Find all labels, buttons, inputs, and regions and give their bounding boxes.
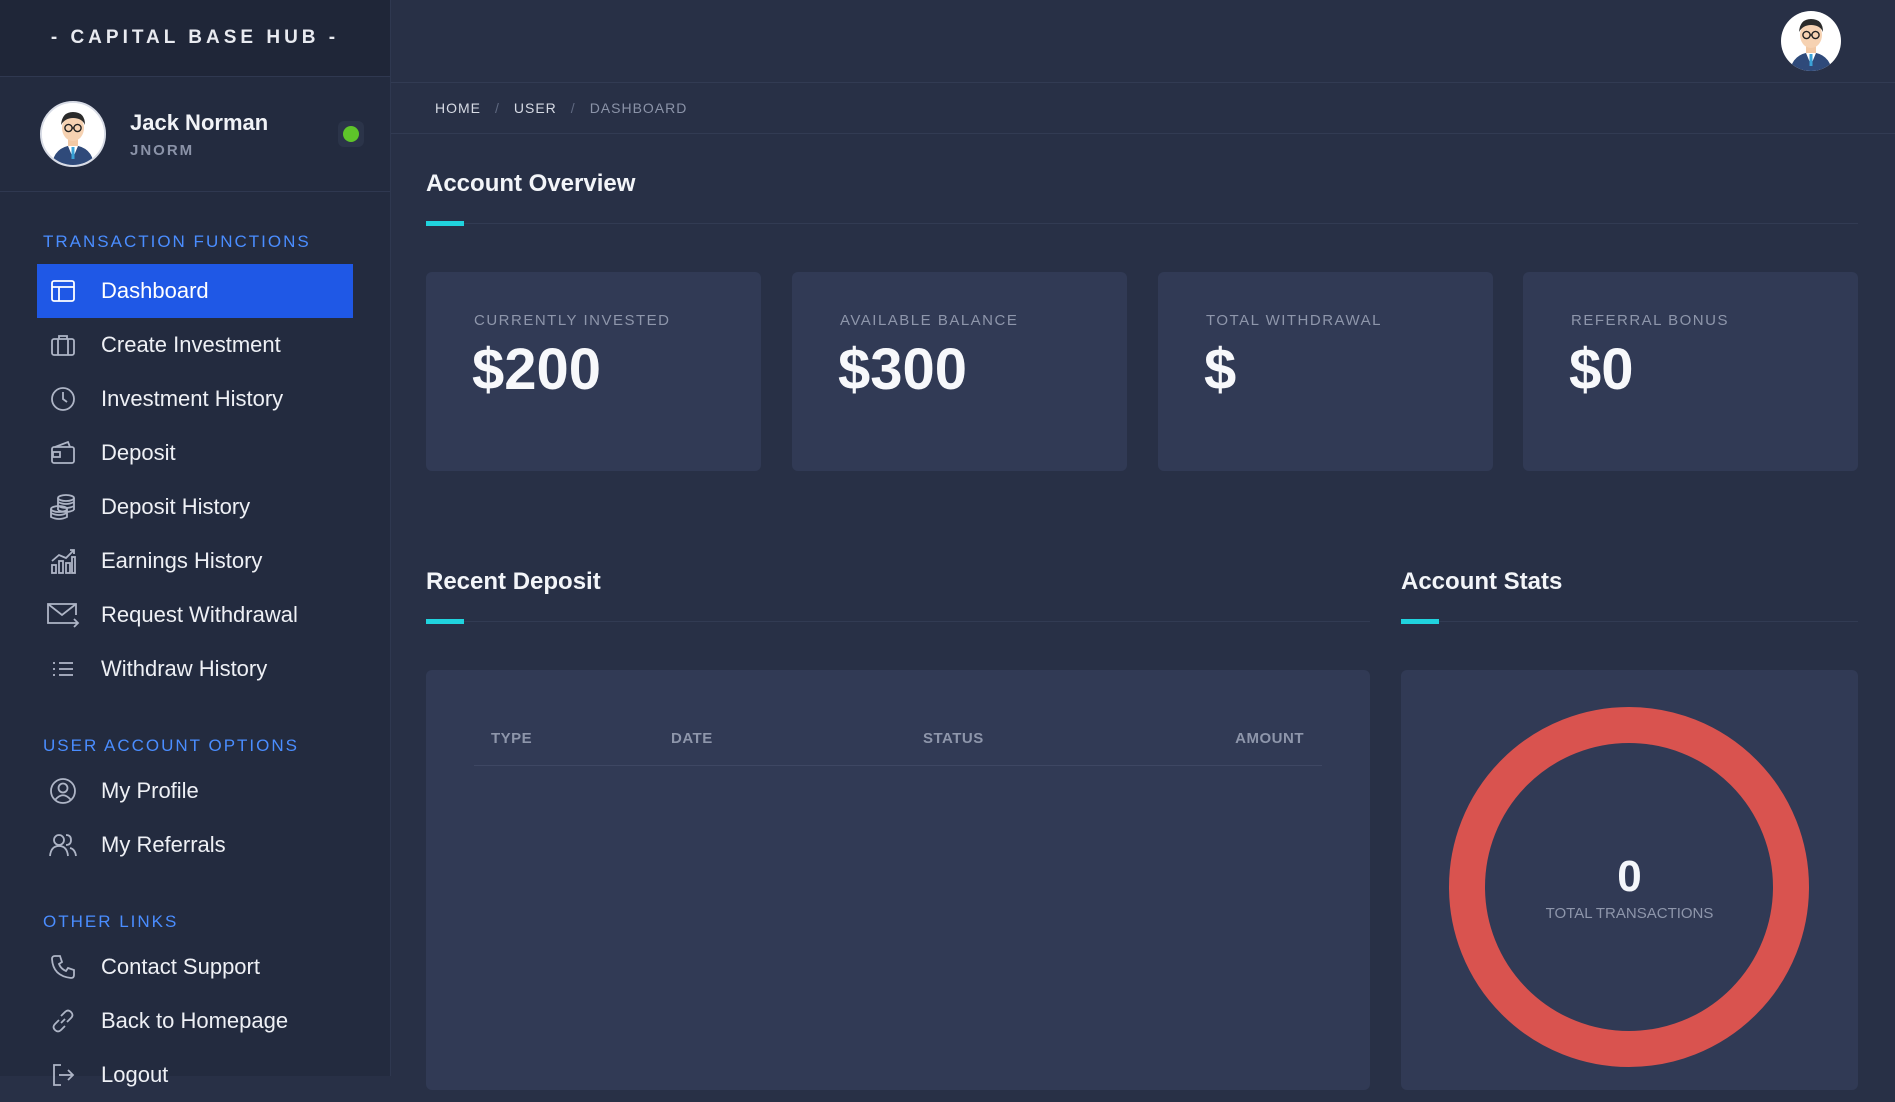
mail-arrow-icon (45, 600, 81, 630)
clock-icon (45, 384, 81, 414)
topbar (391, 0, 1895, 83)
account-stats-title: Account Stats (1401, 568, 1563, 595)
sidebar: - CAPITAL BASE HUB - Jack Norman JNORM T… (0, 0, 391, 1087)
user-name: Jack Norman (130, 109, 269, 135)
section-title-transaction-functions: TRANSACTION FUNCTIONS (43, 232, 311, 251)
users-icon (45, 830, 81, 860)
section-divider (426, 621, 1370, 622)
link-icon (45, 1006, 81, 1036)
breadcrumb-separator: / (570, 100, 576, 116)
card-value: $ (1204, 337, 1237, 402)
logout-icon (45, 1060, 81, 1090)
briefcase-icon (45, 330, 81, 360)
sidebar-item-label: Withdraw History (101, 656, 268, 681)
phone-icon (45, 952, 81, 982)
sidebar-item-label: Request Withdrawal (101, 602, 298, 627)
brand-logo-text[interactable]: - CAPITAL BASE HUB - (0, 0, 390, 77)
sidebar-item-investment-history[interactable]: Investment History (37, 372, 353, 426)
section-title-other-links: OTHER LINKS (43, 912, 179, 931)
section-divider (1401, 621, 1858, 622)
avatar-illustration-icon (1781, 11, 1841, 71)
sidebar-item-label: Investment History (101, 386, 284, 411)
online-status-indicator (338, 121, 364, 147)
account-overview-title: Account Overview (426, 170, 636, 197)
card-value: $0 (1569, 337, 1634, 402)
list-icon (45, 654, 81, 684)
card-value: $300 (838, 337, 968, 402)
sidebar-item-deposit-history[interactable]: Deposit History (37, 480, 353, 534)
total-transactions-value: 0 (1617, 852, 1642, 901)
user-username: JNORM (130, 141, 195, 159)
section-accent-bar (426, 221, 464, 226)
sidebar-item-my-profile[interactable]: My Profile (37, 764, 353, 818)
user-circle-icon (45, 776, 81, 806)
sidebar-item-label: Deposit (101, 440, 176, 465)
breadcrumb-user[interactable]: USER (514, 100, 557, 116)
sidebar-item-create-investment[interactable]: Create Investment (37, 318, 353, 372)
column-header-type[interactable]: TYPE (491, 730, 532, 747)
card-value: $200 (472, 337, 602, 402)
sidebar-item-deposit[interactable]: Deposit (37, 426, 353, 480)
section-accent-bar (1401, 619, 1439, 624)
recent-deposit-table: TYPE DATE STATUS AMOUNT (426, 670, 1370, 1090)
card-available-balance: AVAILABLE BALANCE $300 (792, 272, 1127, 471)
header-avatar[interactable] (1780, 10, 1842, 72)
card-label: CURRENTLY INVESTED (474, 312, 671, 329)
sidebar-item-label: Back to Homepage (101, 1008, 289, 1033)
card-label: REFERRAL BONUS (1571, 312, 1729, 329)
recent-deposit-title: Recent Deposit (426, 568, 601, 595)
breadcrumb-home[interactable]: HOME (435, 100, 481, 116)
bar-chart-icon (45, 546, 81, 576)
wallet-icon (45, 438, 81, 468)
sidebar-item-label: Contact Support (101, 954, 260, 979)
sidebar-item-label: My Profile (101, 778, 199, 803)
breadcrumb-dashboard: DASHBOARD (589, 100, 688, 116)
user-profile: Jack Norman JNORM (0, 77, 390, 192)
sidebar-item-label: Create Investment (101, 332, 281, 357)
card-currently-invested: CURRENTLY INVESTED $200 (426, 272, 761, 471)
table-header-divider (474, 765, 1322, 766)
dashboard-icon (45, 276, 81, 306)
sidebar-item-contact-support[interactable]: Contact Support (37, 940, 353, 994)
sidebar-item-label: My Referrals (101, 832, 226, 857)
breadcrumb-separator: / (495, 100, 500, 116)
card-label: AVAILABLE BALANCE (840, 312, 1019, 329)
sidebar-item-request-withdrawal[interactable]: Request Withdrawal (37, 588, 353, 642)
avatar-illustration-icon (42, 103, 104, 165)
section-title-user-account-options: USER ACCOUNT OPTIONS (43, 736, 299, 755)
column-header-date[interactable]: DATE (671, 730, 713, 747)
sidebar-item-label: Dashboard (101, 278, 209, 303)
card-referral-bonus: REFERRAL BONUS $0 (1523, 272, 1858, 471)
account-stats-panel: 0 TOTAL TRANSACTIONS (1401, 670, 1858, 1090)
sidebar-item-my-referrals[interactable]: My Referrals (37, 818, 353, 872)
sidebar-item-logout[interactable]: Logout (37, 1048, 353, 1102)
breadcrumb: HOME / USER / DASHBOARD (391, 83, 1895, 134)
card-label: TOTAL WITHDRAWAL (1206, 312, 1382, 329)
sidebar-item-label: Earnings History (101, 548, 263, 573)
section-divider (426, 223, 1858, 224)
section-accent-bar (426, 619, 464, 624)
column-header-amount[interactable]: AMOUNT (1235, 730, 1304, 747)
sidebar-item-dashboard[interactable]: Dashboard (37, 264, 353, 318)
avatar[interactable] (40, 101, 106, 167)
total-transactions-label: TOTAL TRANSACTIONS (1545, 905, 1714, 922)
sidebar-item-label: Deposit History (101, 494, 251, 519)
sidebar-item-earnings-history[interactable]: Earnings History (37, 534, 353, 588)
sidebar-item-label: Logout (101, 1062, 169, 1087)
sidebar-item-back-to-homepage[interactable]: Back to Homepage (37, 994, 353, 1048)
card-total-withdrawal: TOTAL WITHDRAWAL $ (1158, 272, 1493, 471)
sidebar-item-withdraw-history[interactable]: Withdraw History (37, 642, 353, 696)
column-header-status[interactable]: STATUS (923, 730, 984, 747)
coins-icon (45, 492, 81, 522)
